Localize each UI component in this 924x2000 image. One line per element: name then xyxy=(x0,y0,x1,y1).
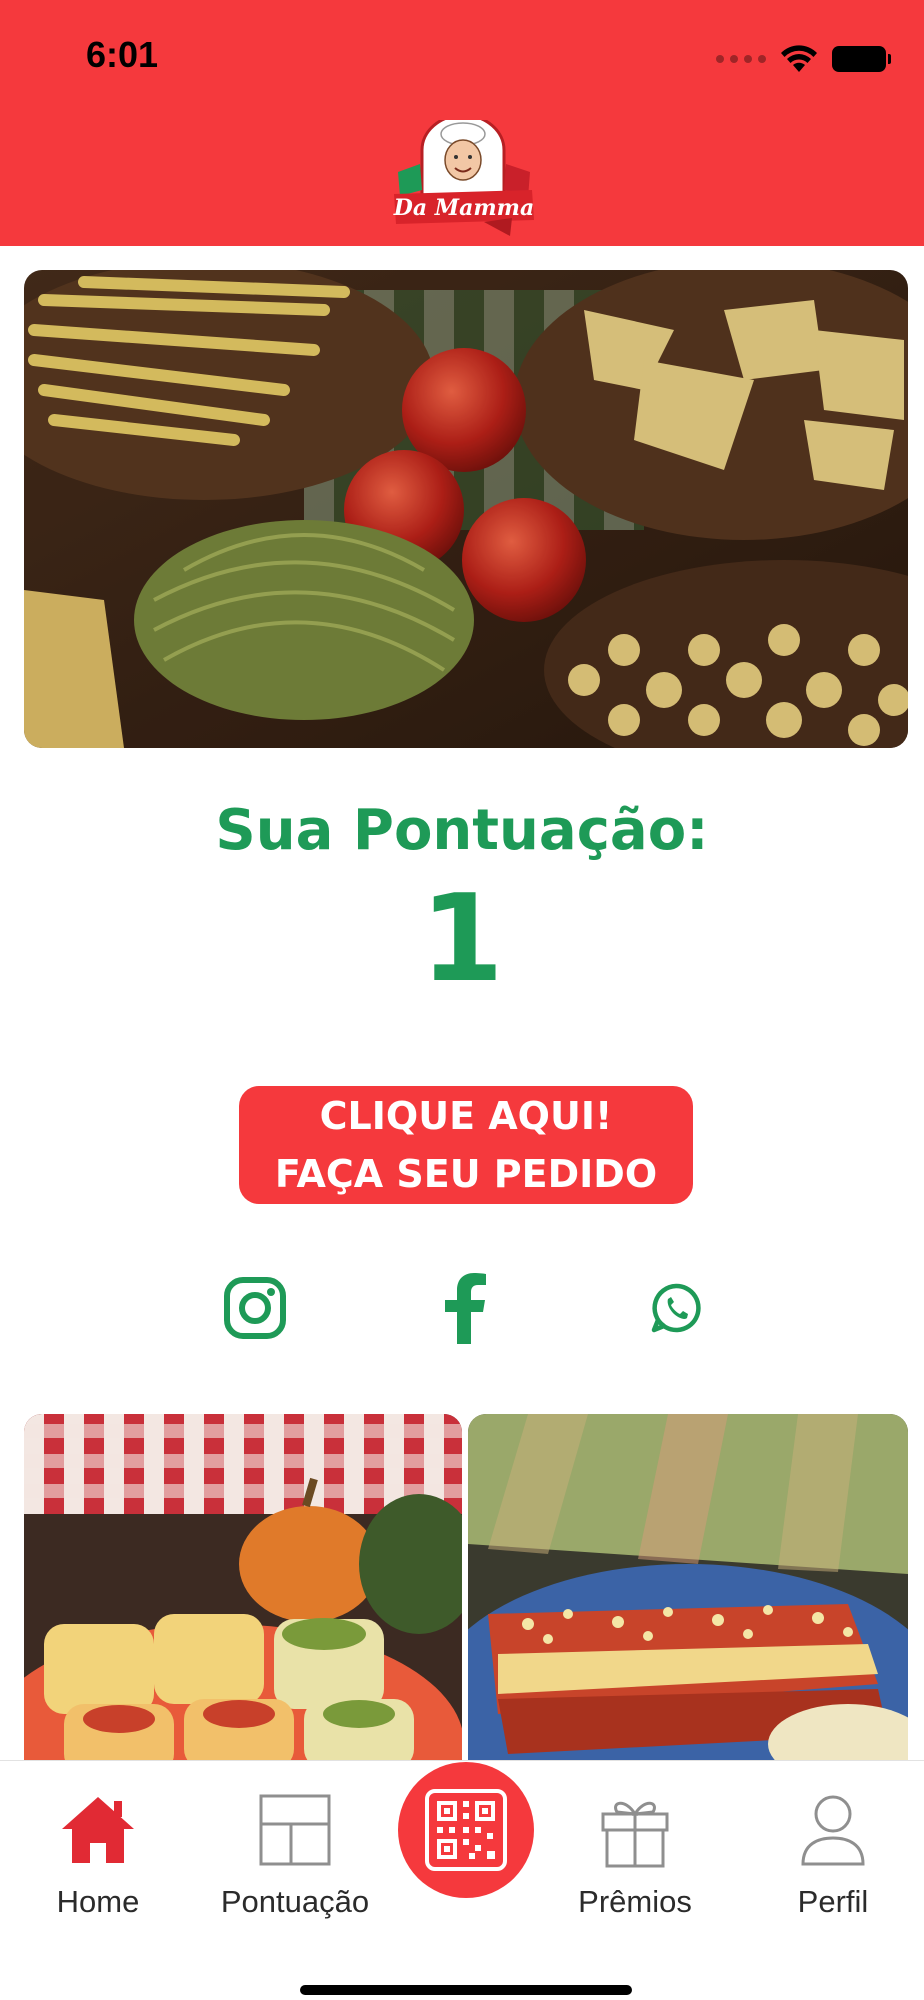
promo-image-lasagna[interactable] xyxy=(468,1414,908,1764)
whatsapp-icon xyxy=(651,1283,701,1333)
instagram-icon xyxy=(224,1277,286,1339)
battery-icon xyxy=(832,46,891,72)
status-bar: 6:01 xyxy=(0,0,924,120)
tab-premios-label: Prêmios xyxy=(578,1884,692,1919)
tab-pontuacao-label: Pontuação xyxy=(220,1884,370,1919)
home-icon xyxy=(58,1790,138,1870)
logo-text: Da Mamma xyxy=(393,195,534,221)
tab-perfil-label: Perfil xyxy=(797,1884,869,1919)
order-button[interactable]: CLIQUE AQUI! FAÇA SEU PEDIDO xyxy=(239,1086,693,1204)
layout-icon xyxy=(255,1790,335,1870)
app-header: Da Mamma xyxy=(0,113,924,246)
promo-image-rondelli[interactable] xyxy=(24,1414,462,1764)
tab-pontuacao[interactable]: Pontuação xyxy=(205,1760,385,1930)
facebook-button[interactable] xyxy=(425,1268,505,1348)
status-time: 6:01 xyxy=(86,34,159,75)
order-button-line1: CLIQUE AQUI! xyxy=(319,1094,613,1138)
tab-premios[interactable]: Prêmios xyxy=(545,1760,725,1930)
cellular-signal-icon xyxy=(716,55,766,63)
user-icon xyxy=(793,1790,873,1870)
wifi-icon xyxy=(781,45,817,72)
gift-icon xyxy=(595,1790,675,1870)
score-value: 1 xyxy=(420,870,504,1009)
order-button-line2: FAÇA SEU PEDIDO xyxy=(274,1152,658,1196)
hero-pasta-image xyxy=(24,270,908,748)
tab-perfil[interactable]: Perfil xyxy=(743,1760,923,1930)
qr-scan-button[interactable] xyxy=(398,1762,534,1898)
instagram-button[interactable] xyxy=(215,1268,295,1348)
home-indicator xyxy=(300,1985,632,1995)
score-title: Sua Pontuação: xyxy=(215,798,709,863)
qr-code-icon xyxy=(425,1789,507,1871)
tab-home-label: Home xyxy=(56,1884,140,1919)
whatsapp-button[interactable] xyxy=(636,1268,716,1348)
tab-home[interactable]: Home xyxy=(8,1760,188,1930)
brand-logo: Da Mamma xyxy=(392,113,536,238)
status-icons xyxy=(716,42,891,76)
facebook-icon xyxy=(445,1273,486,1344)
